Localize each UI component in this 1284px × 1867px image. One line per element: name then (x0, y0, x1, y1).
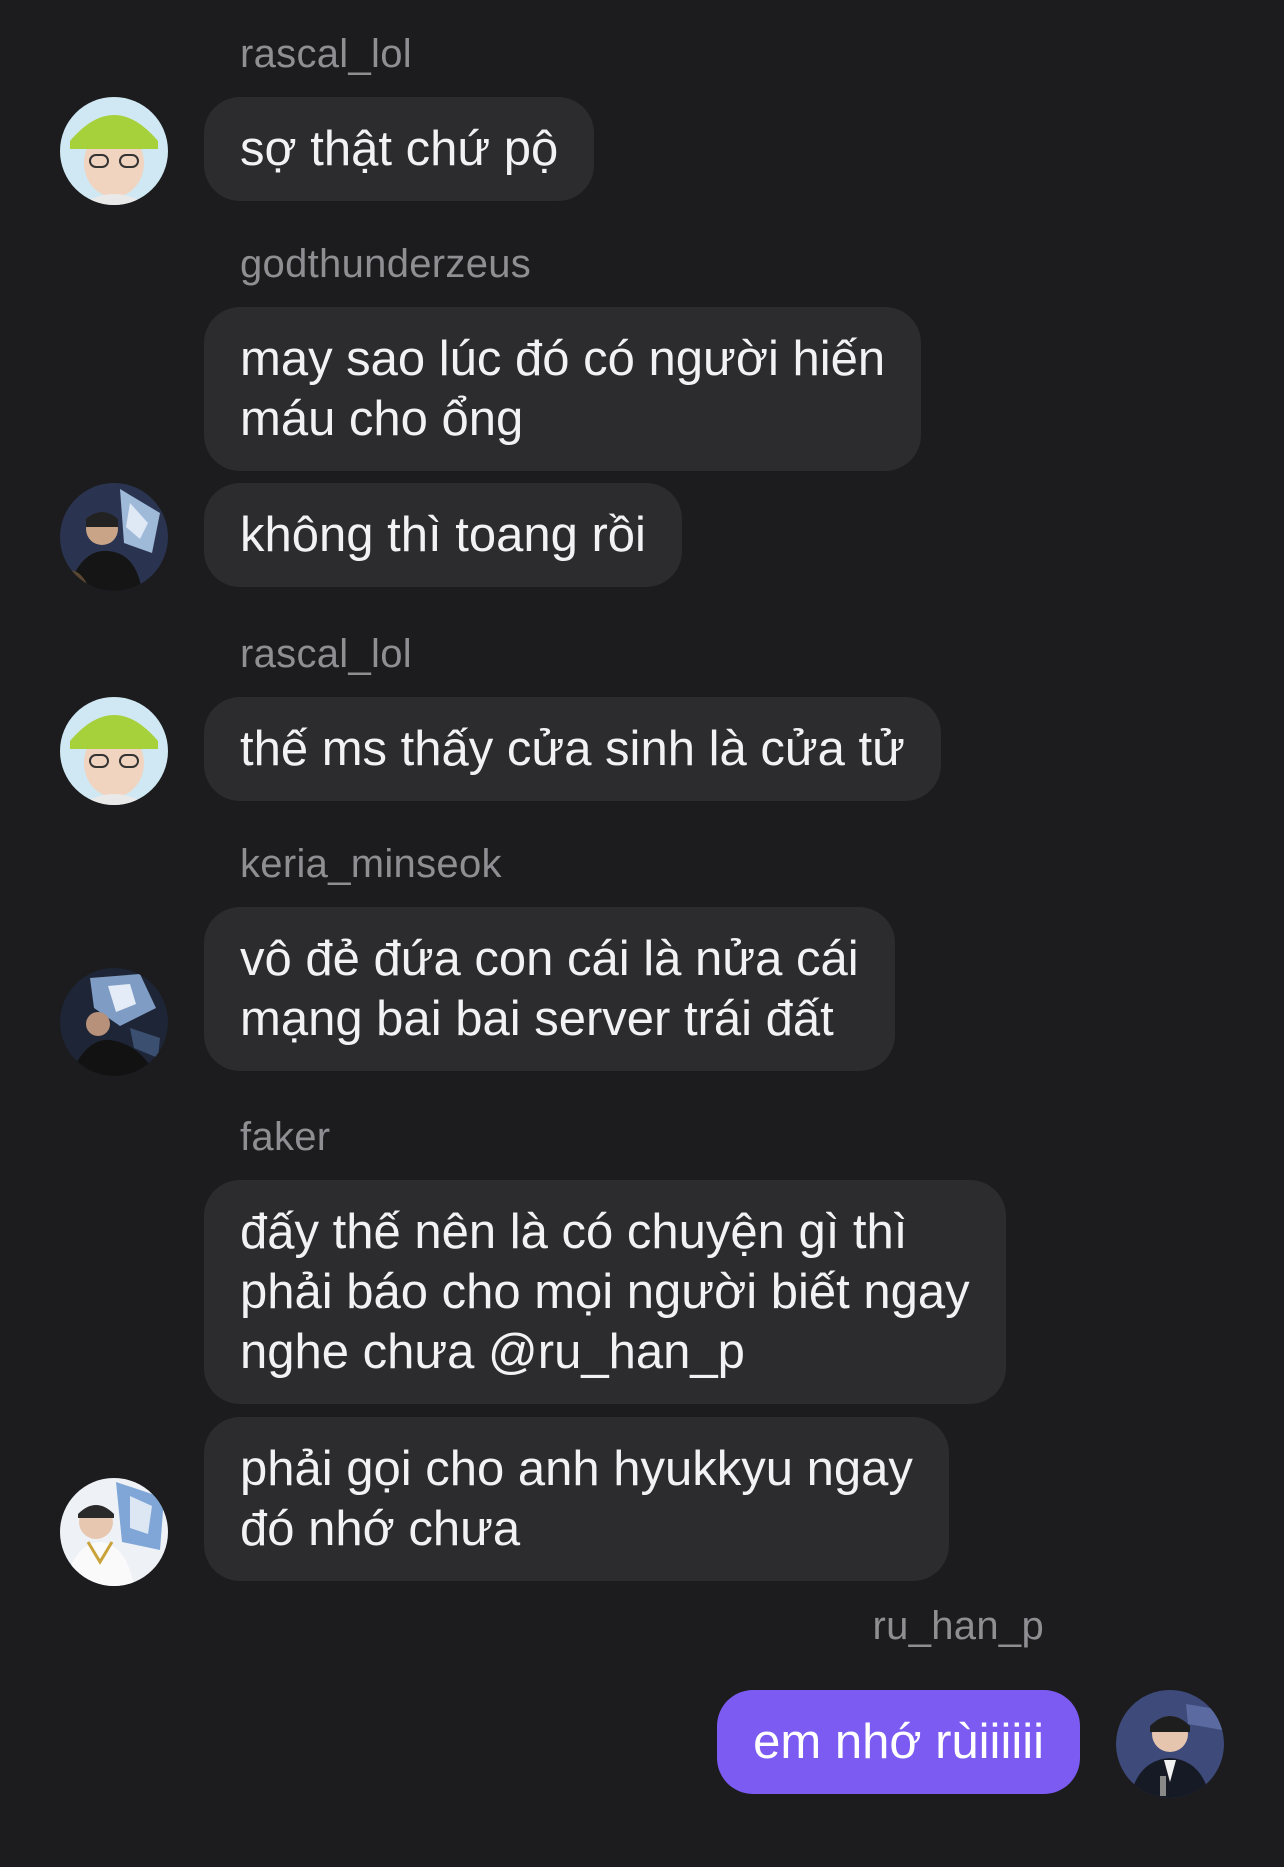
sender-name-keria-minseok: keria_minseok (240, 842, 502, 886)
message-line: máu cho ổng (240, 392, 524, 446)
message-bubble[interactable]: may sao lúc đó có người hiến máu cho ổng (204, 307, 922, 471)
avatar-faker[interactable] (60, 1478, 168, 1586)
message-line: đó nhớ chưa (240, 1502, 521, 1556)
message-line: vô đẻ đứa con cái là nửa cái (240, 932, 859, 986)
message-bubble-own[interactable]: em nhớ rùiiiiii (717, 1690, 1080, 1794)
sender-name-faker: faker (240, 1115, 331, 1159)
sender-name-godthunderzeus: godthunderzeus (240, 242, 532, 286)
avatar-rascal-lol[interactable] (60, 97, 168, 205)
avatar-rascal-lol[interactable] (60, 697, 168, 805)
message-line: đấy thế nên là có chuyện gì thì (240, 1205, 908, 1259)
message-line: không thì toang rồi (240, 508, 646, 562)
chat-thread: rascal_lol sợ thật chứ pộ godthunderzeus… (0, 0, 1284, 1867)
avatar-godthunderzeus[interactable] (60, 483, 168, 591)
message-line: may sao lúc đó có người hiến (240, 332, 886, 386)
message-line: phải gọi cho anh hyukkyu ngay (240, 1442, 913, 1496)
sender-name-ru-han-p: ru_han_p (872, 1604, 1044, 1648)
message-line: phải báo cho mọi người biết ngay (240, 1265, 970, 1319)
message-bubble[interactable]: thế ms thấy cửa sinh là cửa tử (204, 697, 941, 801)
sender-name-rascal-lol: rascal_lol (240, 632, 412, 676)
message-bubble[interactable]: đấy thế nên là có chuyện gì thì phải báo… (204, 1180, 1006, 1404)
message-line: thế ms thấy cửa sinh là cửa tử (240, 722, 905, 776)
message-line: sợ thật chứ pộ (240, 122, 559, 176)
sender-name-rascal-lol: rascal_lol (240, 32, 412, 76)
avatar-ru-han-p[interactable] (1116, 1690, 1224, 1798)
message-bubble[interactable]: không thì toang rồi (204, 483, 682, 587)
message-bubble[interactable]: vô đẻ đứa con cái là nửa cái mạng bai ba… (204, 907, 895, 1071)
message-line: em nhớ rùiiiiii (753, 1715, 1044, 1769)
message-bubble[interactable]: phải gọi cho anh hyukkyu ngay đó nhớ chư… (204, 1417, 949, 1581)
message-line: nghe chưa @ru_han_p (240, 1325, 745, 1379)
avatar-keria-minseok[interactable] (60, 968, 168, 1076)
message-line: mạng bai bai server trái đất (240, 992, 834, 1046)
message-bubble[interactable]: sợ thật chứ pộ (204, 97, 595, 201)
